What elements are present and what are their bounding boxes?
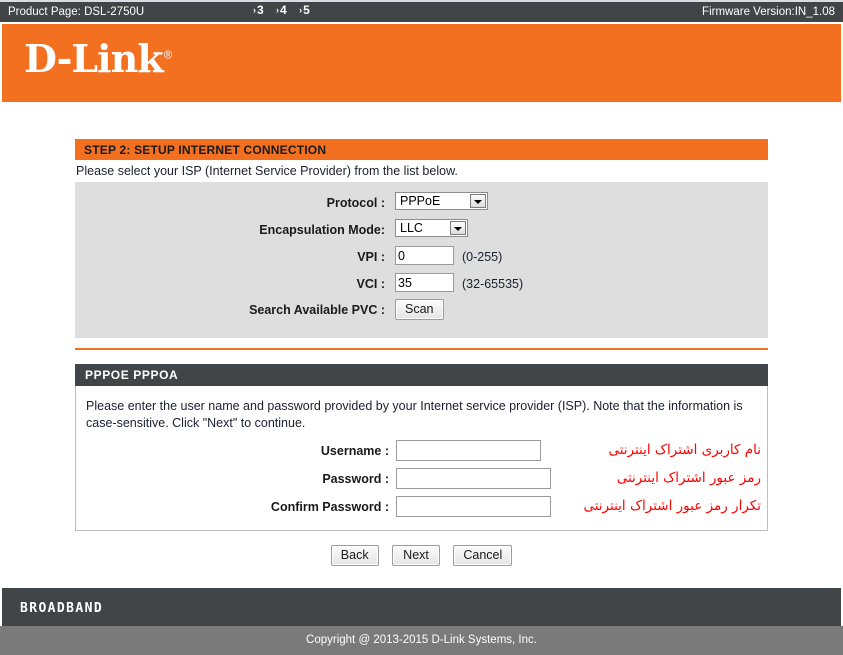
protocol-row: Protocol : PPPoE <box>75 192 768 218</box>
broadband-footer-bar: BROADBAND <box>2 586 841 626</box>
cancel-button[interactable]: Cancel <box>453 545 513 566</box>
top-status-bar: Product Page: DSL-2750U Firmware Version… <box>0 0 843 22</box>
chevron-down-icon[interactable] <box>470 194 486 208</box>
password-row: Password : رمز عبور اشتراک اینترنتی <box>76 468 769 496</box>
chevron-right-icon: › <box>253 5 256 15</box>
password-note-fa: رمز عبور اشتراک اینترنتی <box>616 470 761 486</box>
pppoe-section-title: PPPOE PPPOA <box>85 368 179 382</box>
product-page-label: Product Page: DSL-2750U <box>8 6 145 18</box>
encapsulation-select[interactable]: LLC <box>395 219 468 237</box>
vci-row: VCI : (32-65535) <box>75 273 768 299</box>
vpi-hint: (0-255) <box>462 250 503 264</box>
scan-button[interactable]: Scan <box>395 299 444 320</box>
password-input[interactable] <box>396 468 551 489</box>
encapsulation-select-value: LLC <box>400 221 423 235</box>
breadcrumb-step-5[interactable]: ›5 <box>299 3 310 17</box>
firmware-version-label: Firmware Version:IN_1.08 <box>702 6 835 18</box>
vpi-label: VPI : <box>357 250 385 264</box>
breadcrumb-step-3[interactable]: ›3 <box>253 3 264 17</box>
breadcrumb-step-4-label: 4 <box>280 3 287 17</box>
breadcrumb-step-3-label: 3 <box>257 3 264 17</box>
username-input[interactable] <box>396 440 541 461</box>
breadcrumb-step-5-label: 5 <box>303 3 310 17</box>
protocol-select-value: PPPoE <box>400 194 441 208</box>
back-button[interactable]: Back <box>330 545 379 566</box>
isp-settings-panel: Protocol : PPPoE Encapsulation Mode: LLC… <box>75 182 768 338</box>
chevron-right-icon: › <box>299 5 303 15</box>
step-header-bar: STEP 2: SETUP INTERNET CONNECTION <box>75 139 768 160</box>
dlink-logo: D-Link® <box>24 40 174 78</box>
action-button-row: Back Next Cancel <box>0 545 843 566</box>
page-title: STEP 2: SETUP INTERNET CONNECTION <box>84 143 327 157</box>
search-pvc-row: Search Available PVC : Scan <box>75 299 768 325</box>
pppoe-section-body: Please enter the user name and password … <box>75 386 768 531</box>
username-note-fa: نام کاربری اشتراک اینترنتی <box>608 442 761 458</box>
registered-trademark-icon: ® <box>162 48 174 62</box>
section-divider <box>75 348 768 350</box>
protocol-select[interactable]: PPPoE <box>395 192 488 210</box>
pppoe-section-header: PPPOE PPPOA <box>75 364 768 386</box>
confirm-password-row: Confirm Password : تکرار رمز عبور اشتراک… <box>76 496 769 524</box>
confirm-password-note-fa: تکرار رمز عبور اشتراک اینترنتی <box>583 498 761 514</box>
username-label: Username : <box>320 444 389 458</box>
brand-banner: D-Link® <box>2 24 841 102</box>
protocol-label: Protocol : <box>326 196 385 210</box>
copyright-text: Copyright @ 2013-2015 D-Link Systems, In… <box>306 634 537 646</box>
copyright-bar: Copyright @ 2013-2015 D-Link Systems, In… <box>0 626 843 655</box>
chevron-right-icon: › <box>276 5 280 15</box>
vpi-row: VPI : (0-255) <box>75 246 768 272</box>
next-button[interactable]: Next <box>392 545 441 566</box>
dlink-logo-text: D-Link <box>24 36 164 81</box>
confirm-password-input[interactable] <box>396 496 551 517</box>
breadcrumb-step-4[interactable]: ›4 <box>276 3 287 17</box>
intro-text: Please select your ISP (Internet Service… <box>76 164 458 178</box>
breadcrumb: ›3 ›4 ›5 <box>253 3 319 17</box>
vci-hint: (32-65535) <box>462 277 524 291</box>
vpi-input[interactable] <box>395 246 454 265</box>
confirm-password-label: Confirm Password : <box>270 500 389 514</box>
encapsulation-label: Encapsulation Mode: <box>259 223 385 237</box>
search-pvc-label: Search Available PVC : <box>249 303 385 317</box>
broadband-label: BROADBAND <box>20 601 104 616</box>
chevron-down-icon[interactable] <box>450 221 466 235</box>
username-row: Username : نام کاربری اشتراک اینترنتی <box>76 440 769 468</box>
vci-label: VCI : <box>356 277 385 291</box>
pppoe-description: Please enter the user name and password … <box>86 399 743 430</box>
vci-input[interactable] <box>395 273 454 292</box>
password-label: Password : <box>322 472 389 486</box>
encapsulation-row: Encapsulation Mode: LLC <box>75 219 768 245</box>
